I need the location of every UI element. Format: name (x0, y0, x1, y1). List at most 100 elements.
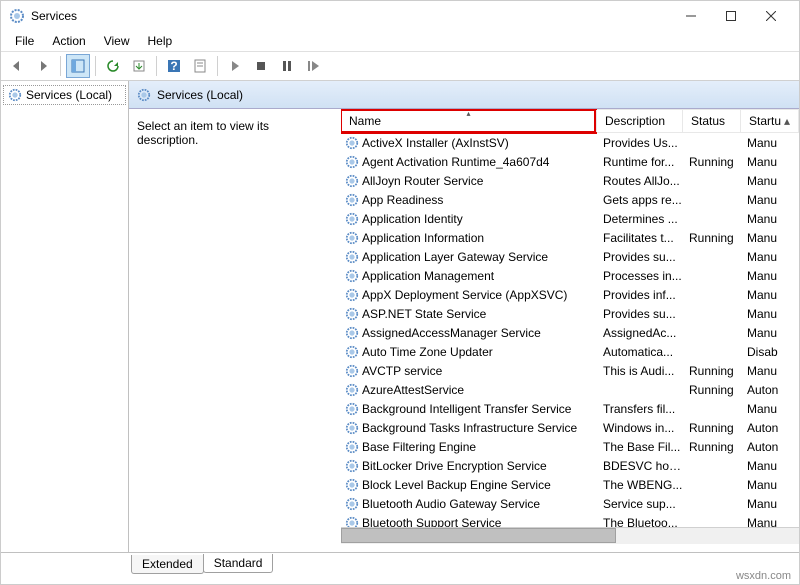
gear-icon (345, 174, 359, 188)
service-description-cell: Provides su... (597, 307, 683, 321)
service-name-cell: Block Level Backup Engine Service (341, 478, 597, 492)
service-description-cell: Provides su... (597, 250, 683, 264)
service-startup-cell: Manu (741, 402, 799, 416)
service-description-cell: Service sup... (597, 497, 683, 511)
menu-help[interactable]: Help (140, 32, 181, 50)
column-headers: ▴ Name Description Status Startu ▴ (341, 109, 799, 133)
service-name-cell: ASP.NET State Service (341, 307, 597, 321)
help-button[interactable]: ? (162, 54, 186, 78)
service-row[interactable]: AzureAttestServiceRunningAuton (341, 380, 799, 399)
tree-root-label: Services (Local) (26, 88, 112, 102)
column-header-status[interactable]: Status (683, 110, 741, 132)
scrollbar-thumb[interactable] (341, 528, 616, 543)
service-name-cell: AllJoyn Router Service (341, 174, 597, 188)
service-description-cell: Runtime for... (597, 155, 683, 169)
tab-extended[interactable]: Extended (131, 555, 204, 574)
stop-service-button[interactable] (249, 54, 273, 78)
service-row[interactable]: Base Filtering EngineThe Base Fil...Runn… (341, 437, 799, 456)
service-row[interactable]: AllJoyn Router ServiceRoutes AllJo...Man… (341, 171, 799, 190)
menu-view[interactable]: View (96, 32, 138, 50)
service-row[interactable]: Auto Time Zone UpdaterAutomatica...Disab (341, 342, 799, 361)
service-rows[interactable]: ActiveX Installer (AxInstSV)Provides Us.… (341, 133, 799, 527)
service-row[interactable]: AppX Deployment Service (AppXSVC)Provide… (341, 285, 799, 304)
service-name-cell: Auto Time Zone Updater (341, 345, 597, 359)
service-startup-cell: Manu (741, 497, 799, 511)
service-name-cell: ActiveX Installer (AxInstSV) (341, 136, 597, 150)
service-name-cell: Background Tasks Infrastructure Service (341, 421, 597, 435)
gear-icon (345, 231, 359, 245)
menu-action[interactable]: Action (44, 32, 93, 50)
service-startup-cell: Manu (741, 459, 799, 473)
service-description-cell: Gets apps re... (597, 193, 683, 207)
service-name-cell: Background Intelligent Transfer Service (341, 402, 597, 416)
view-tabs: Extended Standard (1, 552, 799, 574)
service-row[interactable]: BitLocker Drive Encryption ServiceBDESVC… (341, 456, 799, 475)
service-name-cell: Bluetooth Support Service (341, 516, 597, 528)
column-header-name[interactable]: ▴ Name (341, 110, 597, 132)
gear-icon (345, 345, 359, 359)
service-description-cell: Windows in... (597, 421, 683, 435)
tab-standard[interactable]: Standard (203, 554, 274, 573)
minimize-button[interactable] (671, 1, 711, 31)
service-row[interactable]: ActiveX Installer (AxInstSV)Provides Us.… (341, 133, 799, 152)
menu-bar: File Action View Help (1, 31, 799, 51)
window-title: Services (31, 9, 77, 23)
service-row[interactable]: AssignedAccessManager ServiceAssignedAc.… (341, 323, 799, 342)
service-row[interactable]: Background Tasks Infrastructure ServiceW… (341, 418, 799, 437)
gear-icon (345, 269, 359, 283)
service-startup-cell: Disab (741, 345, 799, 359)
service-startup-cell: Manu (741, 193, 799, 207)
column-header-description[interactable]: Description (597, 110, 683, 132)
service-row[interactable]: Application ManagementProcesses in...Man… (341, 266, 799, 285)
service-name-cell: App Readiness (341, 193, 597, 207)
menu-file[interactable]: File (7, 32, 42, 50)
service-name-cell: Application Information (341, 231, 597, 245)
show-hide-tree-button[interactable] (66, 54, 90, 78)
gear-icon (345, 155, 359, 169)
service-name-cell: Base Filtering Engine (341, 440, 597, 454)
service-row[interactable]: Block Level Backup Engine ServiceThe WBE… (341, 475, 799, 494)
service-row[interactable]: Application InformationFacilitates t...R… (341, 228, 799, 247)
export-list-button[interactable] (127, 54, 151, 78)
service-name-cell: Application Identity (341, 212, 597, 226)
service-startup-cell: Auton (741, 383, 799, 397)
maximize-button[interactable] (711, 1, 751, 31)
pause-service-button[interactable] (275, 54, 299, 78)
sort-ascending-icon: ▴ (466, 109, 470, 118)
service-row[interactable]: ASP.NET State ServiceProvides su...Manu (341, 304, 799, 323)
service-description-cell: This is Audi... (597, 364, 683, 378)
refresh-button[interactable] (101, 54, 125, 78)
service-startup-cell: Manu (741, 250, 799, 264)
gear-icon (345, 383, 359, 397)
gear-icon (345, 307, 359, 321)
service-row[interactable]: Background Intelligent Transfer ServiceT… (341, 399, 799, 418)
services-app-icon (9, 8, 25, 24)
service-name-cell: AssignedAccessManager Service (341, 326, 597, 340)
start-service-button[interactable] (223, 54, 247, 78)
gear-icon (345, 326, 359, 340)
horizontal-scrollbar[interactable] (341, 527, 799, 544)
forward-button[interactable] (31, 54, 55, 78)
service-row[interactable]: Agent Activation Runtime_4a607d4Runtime … (341, 152, 799, 171)
service-row[interactable]: Bluetooth Audio Gateway ServiceService s… (341, 494, 799, 513)
pane-header-title: Services (Local) (157, 88, 243, 102)
service-description-cell: The Bluetoo... (597, 516, 683, 528)
back-button[interactable] (5, 54, 29, 78)
gear-icon (345, 250, 359, 264)
service-row[interactable]: Application Layer Gateway ServiceProvide… (341, 247, 799, 266)
column-header-startup[interactable]: Startu ▴ (741, 110, 799, 132)
service-description-cell: Provides inf... (597, 288, 683, 302)
close-button[interactable] (751, 1, 791, 31)
restart-service-button[interactable] (301, 54, 325, 78)
service-row[interactable]: Bluetooth Support ServiceThe Bluetoo...M… (341, 513, 799, 527)
service-startup-cell: Manu (741, 174, 799, 188)
properties-button[interactable] (188, 54, 212, 78)
service-startup-cell: Manu (741, 478, 799, 492)
gear-icon (345, 516, 359, 528)
service-row[interactable]: Application IdentityDetermines ...Manu (341, 209, 799, 228)
toolbar: ? (1, 51, 799, 81)
service-row[interactable]: AVCTP serviceThis is Audi...RunningManu (341, 361, 799, 380)
gear-icon (345, 440, 359, 454)
service-row[interactable]: App ReadinessGets apps re... Manu (341, 190, 799, 209)
tree-root-services-local[interactable]: Services (Local) (3, 85, 126, 105)
